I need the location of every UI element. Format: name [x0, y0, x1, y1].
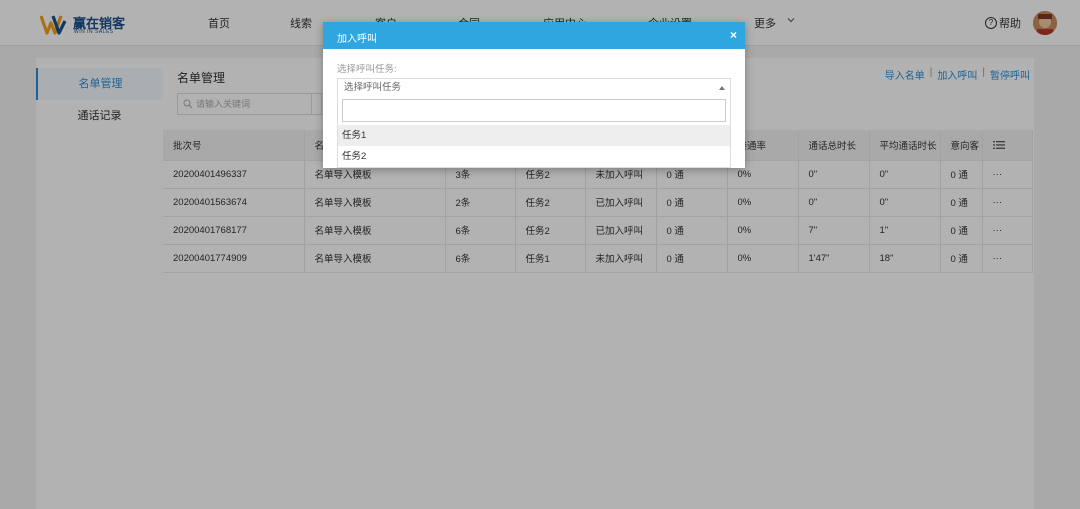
- caret-up-icon: [719, 86, 725, 90]
- task-dropdown: 任务1 任务2: [337, 96, 731, 168]
- task-select-placeholder: 选择呼叫任务: [344, 82, 402, 93]
- dropdown-option-task1[interactable]: 任务1: [338, 125, 730, 146]
- modal-title: 加入呼叫: [337, 34, 377, 45]
- close-icon[interactable]: ×: [730, 28, 737, 42]
- dropdown-option-task2[interactable]: 任务2: [338, 146, 730, 167]
- modal-header: 加入呼叫 ×: [323, 22, 745, 49]
- task-field-label: 选择呼叫任务:: [337, 64, 397, 75]
- dropdown-search-input[interactable]: [342, 99, 726, 122]
- task-select[interactable]: 选择呼叫任务: [337, 78, 731, 98]
